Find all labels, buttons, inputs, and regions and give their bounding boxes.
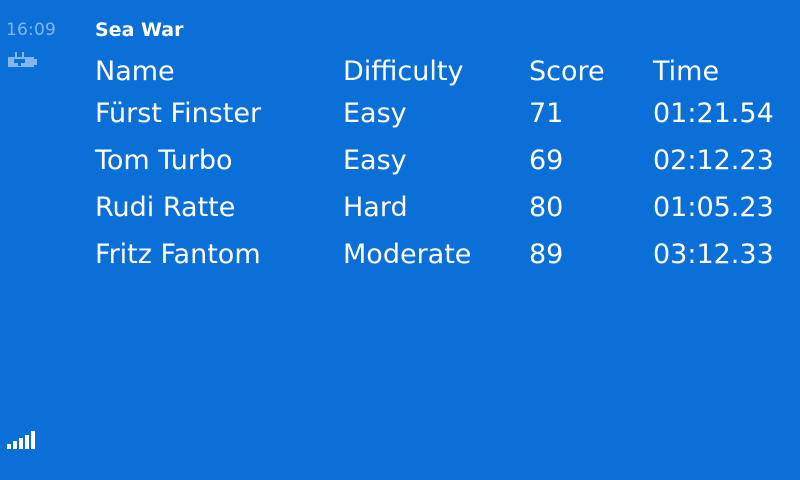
signal-strength-icon (7, 429, 37, 453)
clock: 16:09 (6, 20, 56, 40)
difficulty: Easy (343, 98, 407, 129)
difficulty: Hard (343, 192, 408, 223)
app-title: Sea War (95, 19, 184, 41)
high-score-table: Name Difficulty Score Time Fürst Finster… (95, 52, 785, 282)
time: 02:12.23 (653, 145, 774, 176)
score: 89 (529, 239, 564, 270)
battery-charging-icon (6, 51, 38, 73)
player-name: Rudi Ratte (95, 192, 236, 223)
header-score: Score (529, 56, 605, 87)
table-row[interactable]: Fürst Finster Easy 71 01:21.54 (95, 94, 785, 141)
header-difficulty: Difficulty (343, 56, 464, 87)
difficulty: Moderate (343, 239, 472, 270)
table-header-row: Name Difficulty Score Time (95, 52, 785, 94)
player-name: Fritz Fantom (95, 239, 261, 270)
header-time: Time (653, 56, 720, 87)
header-name: Name (95, 56, 175, 87)
score: 69 (529, 145, 564, 176)
player-name: Tom Turbo (95, 145, 233, 176)
player-name: Fürst Finster (95, 98, 262, 129)
score: 71 (529, 98, 564, 129)
time: 03:12.33 (653, 239, 774, 270)
time: 01:21.54 (653, 98, 774, 129)
table-row[interactable]: Rudi Ratte Hard 80 01:05.23 (95, 188, 785, 235)
difficulty: Easy (343, 145, 407, 176)
table-row[interactable]: Tom Turbo Easy 69 02:12.23 (95, 141, 785, 188)
score: 80 (529, 192, 564, 223)
table-row[interactable]: Fritz Fantom Moderate 89 03:12.33 (95, 235, 785, 282)
time: 01:05.23 (653, 192, 774, 223)
system-status-bar: 16:09 (0, 0, 62, 480)
